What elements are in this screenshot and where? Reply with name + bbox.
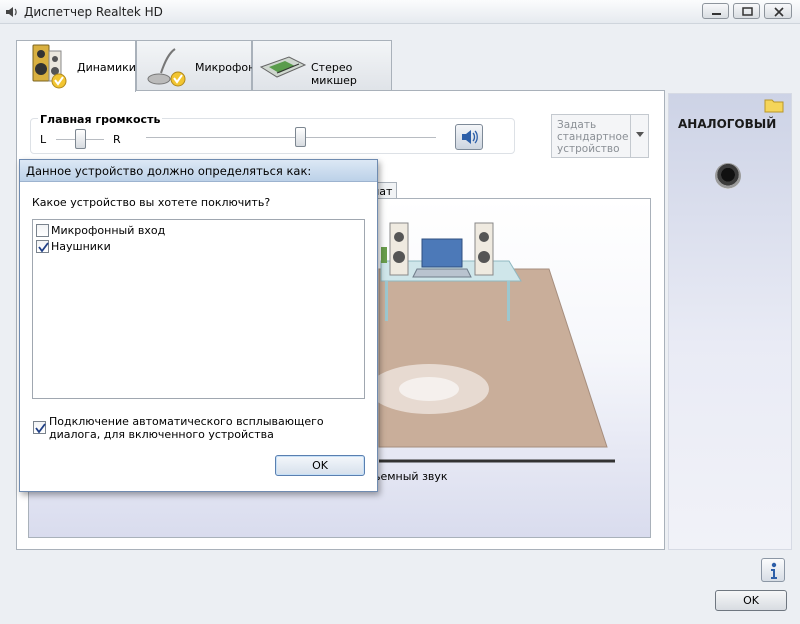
window-title: Диспетчер Realtek HD <box>24 5 163 19</box>
headphones-label[interactable]: Наушники <box>51 240 111 253</box>
dropdown-arrow[interactable] <box>630 115 648 157</box>
tab-stereo-mixer-label: Стерео микшер <box>311 61 357 87</box>
right-speaker-icon <box>474 222 494 276</box>
balance-left-label: L <box>40 133 47 146</box>
tab-speakers-label: Динамики <box>77 61 136 74</box>
dialog-question: Какое устройство вы хотете поключить? <box>32 196 271 209</box>
main-ok-button[interactable]: OK <box>715 590 787 611</box>
laptop-icon <box>412 238 472 278</box>
balance-right-label: R <box>113 133 121 146</box>
close-icon <box>774 7 784 17</box>
room-caption: ьемный звук <box>374 470 448 483</box>
minimize-icon <box>712 13 721 15</box>
microphone-icon <box>147 48 186 87</box>
device-type-dialog: Данное устройство должно определяться ка… <box>19 159 378 492</box>
mute-button[interactable] <box>455 124 483 150</box>
speaker-volume-icon <box>462 130 478 144</box>
close-button[interactable] <box>764 3 792 19</box>
minimize-button[interactable] <box>702 3 729 19</box>
maximize-icon <box>742 7 753 16</box>
info-button[interactable] <box>761 558 785 582</box>
device-options-list: Микрофонный вход Наушники <box>32 219 365 399</box>
headphones-checkbox[interactable] <box>36 240 49 253</box>
checkmark-icon <box>38 242 49 253</box>
audio-jack-icon[interactable] <box>715 163 741 189</box>
main-volume-title: Главная громкость <box>38 113 163 126</box>
stereo-mixer-icon <box>259 56 307 78</box>
speaker-app-icon <box>6 7 17 17</box>
dialog-ok-button[interactable]: OK <box>275 455 365 476</box>
auto-popup-checkbox[interactable] <box>33 421 46 434</box>
volume-slider-track[interactable] <box>146 137 436 139</box>
connector-panel <box>668 93 792 550</box>
info-icon <box>771 562 777 579</box>
mic-input-checkbox[interactable] <box>36 224 49 237</box>
chevron-down-icon <box>636 132 644 137</box>
tab-microphone-label: Микрофон <box>195 61 256 74</box>
dialog-title: Данное устройство должно определяться ка… <box>20 160 377 182</box>
balance-slider-thumb[interactable] <box>75 129 86 149</box>
folder-icon[interactable] <box>763 94 785 114</box>
speakers-icon <box>32 44 67 89</box>
volume-slider-thumb[interactable] <box>295 127 306 147</box>
auto-popup-label[interactable]: Подключение автоматического всплывающего… <box>49 415 369 441</box>
checkmark-icon <box>35 423 46 434</box>
analog-label: АНАЛОГОВЫЙ <box>678 117 777 131</box>
tab-speakers[interactable]: Динамики <box>16 40 136 92</box>
title-bar: Диспетчер Realtek HD <box>0 0 800 24</box>
tab-microphone[interactable]: Микрофон <box>136 40 256 91</box>
mic-input-label[interactable]: Микрофонный вход <box>51 224 165 237</box>
left-speaker-icon <box>389 222 409 276</box>
set-default-device-dropdown[interactable]: Задать стандартное устройство <box>551 114 649 158</box>
maximize-button[interactable] <box>733 3 760 19</box>
tab-stereo-mixer[interactable]: Стерео микшер <box>252 40 392 91</box>
